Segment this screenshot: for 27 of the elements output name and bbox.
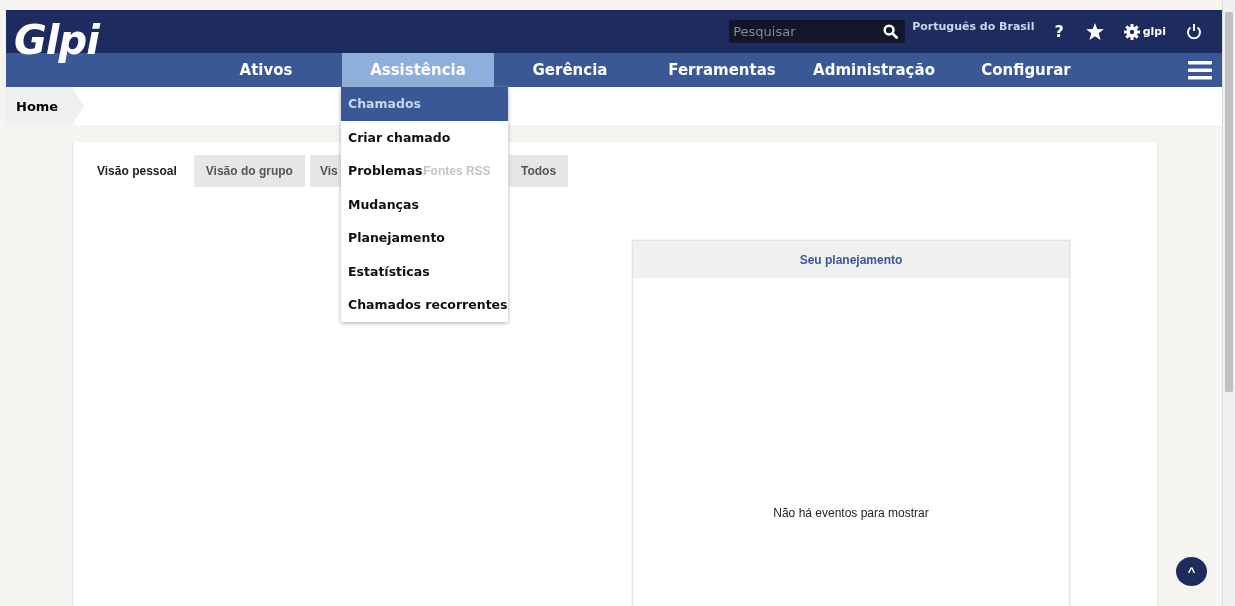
power-icon[interactable] bbox=[1186, 23, 1202, 40]
menu-item[interactable]: Problemas bbox=[341, 154, 425, 188]
search-field[interactable]: Pesquisar bbox=[729, 20, 906, 43]
nav-item[interactable]: Ativos bbox=[190, 53, 342, 87]
nav-item[interactable]: Configurar bbox=[950, 53, 1102, 87]
breadcrumb-item[interactable]: Home bbox=[6, 87, 85, 125]
menu-item[interactable]: Criar chamado bbox=[341, 120, 453, 154]
nav-item[interactable]: Gerência bbox=[494, 53, 646, 87]
help-link[interactable]: ? bbox=[1054, 22, 1064, 41]
user-link[interactable]: glpi bbox=[1123, 23, 1166, 40]
scroll-top-button[interactable]: ^ bbox=[1176, 557, 1207, 586]
menu-item[interactable]: Planejamento bbox=[341, 221, 447, 255]
empty-message: Não há eventos para mostrar bbox=[773, 506, 929, 520]
star-icon[interactable] bbox=[1085, 23, 1104, 40]
scrollbar[interactable] bbox=[1222, 0, 1235, 606]
menu-item[interactable]: Chamados recorrentes bbox=[341, 288, 510, 322]
tab[interactable]: Todos bbox=[508, 155, 569, 187]
nav-item[interactable]: Ferramentas bbox=[646, 53, 798, 87]
menu-item[interactable]: Estatísticas bbox=[341, 254, 432, 288]
nav-item[interactable]: Administração bbox=[798, 53, 950, 87]
menu-icon[interactable] bbox=[1188, 60, 1212, 80]
panel-title: Seu planejamento bbox=[633, 241, 1069, 278]
language-link[interactable]: Português do Brasil bbox=[912, 20, 1035, 33]
tab[interactable]: Visão do grupo bbox=[193, 155, 305, 187]
gear-icon bbox=[1123, 23, 1140, 40]
menu-item[interactable]: Mudanças bbox=[341, 187, 421, 221]
menu-item[interactable]: Chamados bbox=[341, 87, 508, 121]
